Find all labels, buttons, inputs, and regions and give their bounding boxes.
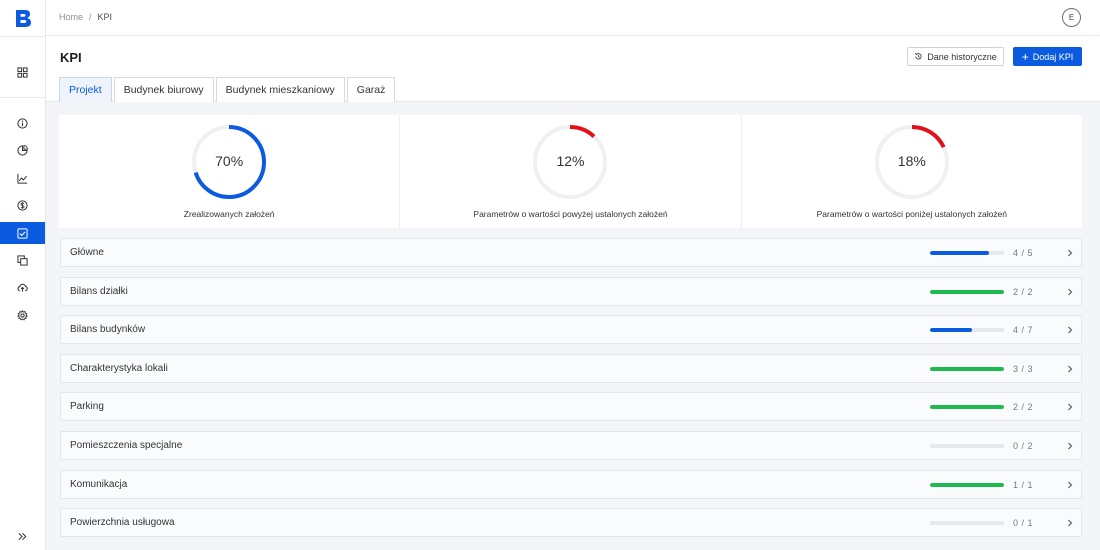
- category-count: 3 / 3: [1013, 363, 1034, 374]
- grid-icon: [17, 66, 28, 78]
- page-title: KPI: [60, 50, 82, 65]
- user-avatar[interactable]: E: [1062, 8, 1081, 27]
- category-progress: [930, 521, 1004, 526]
- sidebar-item-kpi[interactable]: [0, 222, 45, 244]
- category-progress: [930, 482, 1004, 487]
- category-name: Główne: [70, 247, 104, 258]
- page-header: KPI Dane historyczne + Dodaj KPI Projekt…: [46, 36, 1100, 102]
- category-progress: [930, 328, 1004, 333]
- kpi-card: 18% Parametrów o wartości poniżej ustalo…: [742, 115, 1082, 228]
- add-kpi-button[interactable]: + Dodaj KPI: [1013, 47, 1082, 66]
- top-bar: Home / KPI E: [46, 0, 1100, 36]
- tab-garaz[interactable]: Garaż: [346, 77, 396, 102]
- category-name: Powierzchnia usługowa: [70, 517, 175, 529]
- kpi-card: 70% Zrealizowanych założeń: [59, 115, 401, 228]
- category-name: Charakterystyka lokali: [70, 362, 168, 374]
- sidebar-item-documents[interactable]: [0, 249, 45, 271]
- cloud-upload-icon: [17, 283, 28, 292]
- kpi-label: Parametrów o wartości powyżej ustalonych…: [473, 209, 668, 219]
- category-progress: [930, 289, 1004, 294]
- sidebar-item-analytics[interactable]: [0, 139, 45, 161]
- line-chart-icon: [17, 173, 28, 184]
- sidebar-item-finance[interactable]: [0, 194, 45, 216]
- expand-icon: [18, 532, 27, 540]
- category-progress: [930, 405, 1004, 410]
- plus-icon: +: [1021, 49, 1029, 64]
- category-row[interactable]: Powierzchnia usługowa 0 / 1: [60, 508, 1082, 538]
- sidebar-item-info[interactable]: [0, 112, 45, 134]
- category-row[interactable]: Bilans budynków 4 / 7: [60, 315, 1082, 345]
- category-name: Komunikacja: [70, 478, 128, 490]
- chevron-right-icon: [1068, 481, 1073, 488]
- category-row[interactable]: Pomieszczenia specjalne 0 / 2: [60, 431, 1082, 460]
- chevron-right-icon: [1068, 249, 1073, 257]
- category-progress: [930, 444, 1004, 448]
- pie-chart-icon: [17, 144, 28, 156]
- chevron-right-icon: [1068, 404, 1073, 411]
- kpi-value: 12%: [556, 153, 585, 169]
- kpi-value: 70%: [215, 153, 244, 169]
- category-count: 0 / 1: [1013, 518, 1034, 529]
- tab-budynek-mieszkaniowy[interactable]: Budynek mieszkaniowy: [215, 77, 345, 102]
- add-kpi-label: Dodaj KPI: [1032, 51, 1074, 62]
- history-icon: [915, 53, 922, 60]
- chevron-right-icon: [1068, 442, 1073, 450]
- category-count: 4 / 5: [1013, 248, 1034, 258]
- copy-icon: [17, 254, 28, 266]
- chevron-right-icon: [1068, 365, 1073, 373]
- kpi-value: 18%: [897, 153, 926, 169]
- tab-projekt[interactable]: Projekt: [59, 77, 112, 102]
- category-count: 2 / 2: [1013, 286, 1034, 297]
- checkbox-icon: [17, 227, 28, 239]
- tab-budynek-biurowy[interactable]: Budynek biurowy: [113, 77, 214, 102]
- kpi-card: 12% Parametrów o wartości powyżej ustalo…: [400, 115, 742, 228]
- category-row[interactable]: Parking 2 / 2: [60, 392, 1082, 422]
- gear-icon: [17, 309, 28, 321]
- breadcrumb: Home / KPI: [59, 12, 112, 22]
- sidebar-expand-button[interactable]: [0, 525, 45, 547]
- kpi-summary: 70% Zrealizowanych założeń 12% Parametró…: [59, 115, 1082, 228]
- tabs: Projekt Budynek biurowy Budynek mieszkan…: [59, 77, 396, 102]
- category-progress: [930, 366, 1004, 371]
- category-row[interactable]: Charakterystyka lokali 3 / 3: [60, 353, 1082, 383]
- category-count: 2 / 2: [1013, 402, 1034, 413]
- category-count: 1 / 1: [1013, 479, 1034, 490]
- category-name: Bilans działki: [70, 285, 128, 297]
- kpi-label: Zrealizowanych założeń: [183, 209, 275, 219]
- category-row[interactable]: Bilans działki 2 / 2: [60, 276, 1082, 306]
- chevron-right-icon: [1068, 288, 1073, 295]
- historical-data-button[interactable]: Dane historyczne: [907, 47, 1004, 66]
- category-name: Bilans budynków: [70, 324, 146, 336]
- historical-data-label: Dane historyczne: [927, 51, 997, 62]
- category-name: Parking: [70, 401, 104, 413]
- breadcrumb-separator: /: [89, 12, 92, 22]
- kpi-label: Parametrów o wartości poniżej ustalonych…: [816, 209, 1008, 219]
- category-count: 4 / 7: [1013, 325, 1034, 336]
- sidebar-item-settings[interactable]: [0, 304, 45, 326]
- logo[interactable]: [13, 8, 33, 28]
- sidebar: [0, 0, 46, 550]
- category-name: Pomieszczenia specjalne: [70, 440, 183, 451]
- sidebar-item-dashboard[interactable]: [0, 61, 45, 83]
- sidebar-item-trends[interactable]: [0, 167, 45, 189]
- chevron-right-icon: [1068, 519, 1073, 527]
- category-progress: [930, 251, 1004, 255]
- sidebar-item-upload[interactable]: [0, 276, 45, 298]
- breadcrumb-home[interactable]: Home: [59, 12, 83, 22]
- category-row[interactable]: Główne 4 / 5: [60, 238, 1082, 267]
- info-icon: [17, 117, 28, 129]
- dollar-icon: [17, 199, 28, 211]
- category-count: 0 / 2: [1013, 441, 1034, 451]
- category-row[interactable]: Komunikacja 1 / 1: [60, 469, 1082, 499]
- breadcrumb-current: KPI: [97, 12, 113, 22]
- chevron-right-icon: [1068, 326, 1073, 334]
